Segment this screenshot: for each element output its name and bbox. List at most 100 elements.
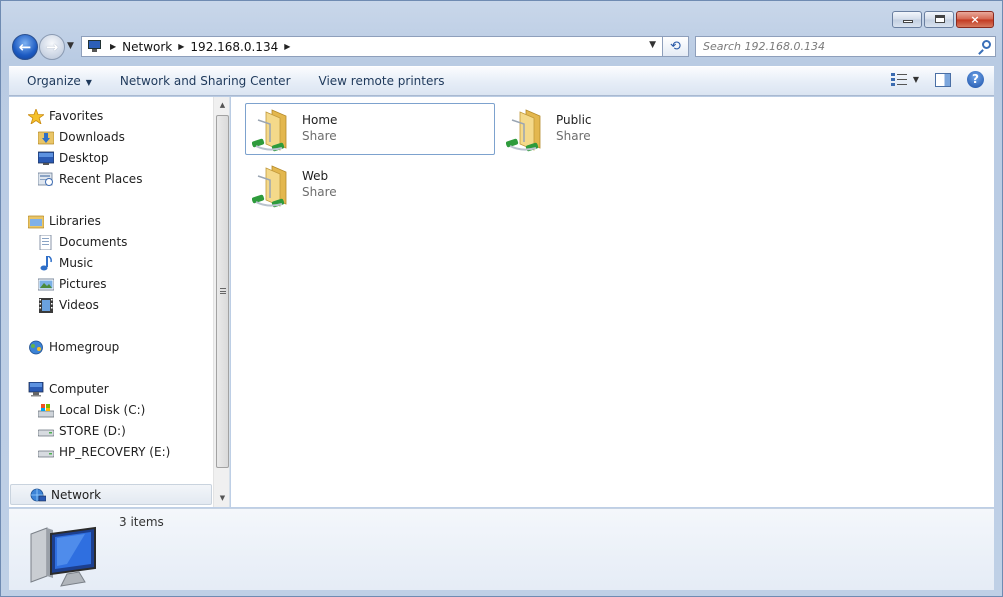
search-icon[interactable] <box>977 40 991 55</box>
maximize-icon <box>935 15 945 23</box>
close-button[interactable]: × <box>956 11 994 28</box>
help-icon[interactable]: ? <box>967 71 984 88</box>
network-sharing-center-label: Network and Sharing Center <box>119 74 291 88</box>
nav-videos[interactable]: Videos <box>9 295 213 316</box>
organize-menu[interactable]: Organize ▼ <box>17 70 102 92</box>
star-icon <box>28 109 44 124</box>
nav-libraries[interactable]: Libraries <box>9 211 213 232</box>
view-remote-printers-button[interactable]: View remote printers <box>309 70 455 92</box>
desktop-icon <box>38 151 54 165</box>
system-drive-icon <box>38 404 54 418</box>
explorer-window: × ← → ▼ ▶ Network ▶ 192.168.0.134 ▶ ▼ ⟲ … <box>0 0 1003 597</box>
nav-computer-label: Computer <box>49 382 109 396</box>
recent-places-icon <box>38 172 53 186</box>
share-tile-web[interactable]: Web Share <box>245 159 495 211</box>
refresh-button[interactable]: ⟲ <box>663 36 689 57</box>
nav-computer[interactable]: Computer <box>9 379 213 400</box>
nav-homegroup-label: Homegroup <box>49 340 120 354</box>
change-view-icon[interactable] <box>890 72 907 87</box>
share-type: Share <box>302 185 337 199</box>
address-bar[interactable]: ▶ Network ▶ 192.168.0.134 ▶ ▼ <box>81 36 663 57</box>
search-input[interactable] <box>696 37 956 56</box>
nav-store-d-label: STORE (D:) <box>59 424 126 438</box>
back-button[interactable]: ← <box>12 34 38 60</box>
minimize-button[interactable] <box>892 11 922 28</box>
nav-network[interactable]: Network <box>10 484 212 505</box>
navigation-bar: ← → ▼ ▶ Network ▶ 192.168.0.134 ▶ ▼ ⟲ <box>9 34 996 60</box>
scrollbar-thumb[interactable] <box>216 115 229 468</box>
breadcrumb-separator-icon[interactable]: ▶ <box>284 42 290 51</box>
search-box <box>695 36 996 57</box>
navigation-pane: Favorites Downloads Desktop Recent Place… <box>9 97 230 507</box>
nav-favorites-label: Favorites <box>49 109 104 123</box>
network-group: Network <box>9 484 213 505</box>
nav-downloads[interactable]: Downloads <box>9 127 213 148</box>
share-type: Share <box>556 129 591 143</box>
network-sharing-center-button[interactable]: Network and Sharing Center <box>110 70 301 92</box>
homegroup-group: Homegroup <box>9 337 213 358</box>
network-share-folder-icon <box>506 109 541 152</box>
drive-icon <box>38 450 54 458</box>
nav-pane-scrollbar[interactable]: ▲ ▼ <box>213 97 229 507</box>
nav-desktop-label: Desktop <box>59 151 109 165</box>
nav-recent-places-label: Recent Places <box>59 172 143 186</box>
nav-pictures[interactable]: Pictures <box>9 274 213 295</box>
command-bar: Organize ▼ Network and Sharing Center Vie… <box>9 66 994 96</box>
close-icon: × <box>970 13 980 26</box>
nav-music-label: Music <box>59 256 94 270</box>
nav-desktop[interactable]: Desktop <box>9 148 213 169</box>
chevron-down-icon: ▼ <box>85 78 92 87</box>
homegroup-icon <box>29 340 43 355</box>
nav-music[interactable]: Music <box>9 253 213 274</box>
nav-favorites[interactable]: Favorites <box>9 106 213 127</box>
drive-icon <box>38 429 54 437</box>
scroll-up-icon[interactable]: ▲ <box>214 97 229 114</box>
share-type: Share <box>302 129 337 143</box>
nav-pictures-label: Pictures <box>59 277 107 291</box>
nav-videos-label: Videos <box>59 298 99 312</box>
nav-downloads-label: Downloads <box>59 130 125 144</box>
forward-arrow-icon: → <box>45 38 59 56</box>
nav-hp-recovery-e[interactable]: HP_RECOVERY (E:) <box>9 442 213 463</box>
view-options-dropdown-icon[interactable]: ▼ <box>913 75 919 84</box>
nav-local-disk-c[interactable]: Local Disk (C:) <box>9 400 213 421</box>
forward-button[interactable]: → <box>39 34 65 60</box>
downloads-folder-icon <box>38 131 54 145</box>
recent-pages-dropdown-icon[interactable]: ▼ <box>67 41 74 51</box>
nav-network-label: Network <box>51 488 102 502</box>
videos-icon <box>39 298 53 313</box>
share-tile-public[interactable]: Public Share <box>499 103 749 155</box>
address-history-dropdown-icon[interactable]: ▼ <box>649 40 656 50</box>
nav-store-d[interactable]: STORE (D:) <box>9 421 213 442</box>
back-arrow-icon: ← <box>18 38 32 56</box>
nav-documents-label: Documents <box>59 235 128 249</box>
pictures-icon <box>38 278 54 291</box>
computer-icon <box>28 382 44 397</box>
file-list: Home Share Public Share Web Share <box>231 97 994 507</box>
command-bar-right: ▼ ? <box>890 71 984 88</box>
nav-documents[interactable]: Documents <box>9 232 213 253</box>
scroll-down-icon[interactable]: ▼ <box>214 490 229 507</box>
documents-icon <box>39 235 52 250</box>
network-icon <box>30 488 46 502</box>
share-tile-home[interactable]: Home Share <box>245 103 495 155</box>
breadcrumb-separator-icon[interactable]: ▶ <box>110 42 116 51</box>
item-count: 3 items <box>119 515 164 529</box>
breadcrumb-separator-icon[interactable]: ▶ <box>178 42 184 51</box>
maximize-button[interactable] <box>924 11 954 28</box>
details-pane: 3 items <box>9 508 994 590</box>
nav-libraries-label: Libraries <box>49 214 101 228</box>
share-name: Home <box>302 113 338 127</box>
breadcrumb-host[interactable]: 192.168.0.134 <box>190 40 278 54</box>
view-remote-printers-label: View remote printers <box>318 74 445 88</box>
computer-icon <box>30 526 96 587</box>
minimize-icon <box>903 20 913 23</box>
breadcrumb-network[interactable]: Network <box>122 40 172 54</box>
nav-homegroup[interactable]: Homegroup <box>9 337 213 358</box>
nav-recent-places[interactable]: Recent Places <box>9 169 213 190</box>
share-name: Public <box>556 113 592 127</box>
share-name: Web <box>302 169 329 183</box>
grip-icon <box>220 288 226 294</box>
preview-pane-icon[interactable] <box>935 72 951 87</box>
libraries-icon <box>28 215 44 229</box>
